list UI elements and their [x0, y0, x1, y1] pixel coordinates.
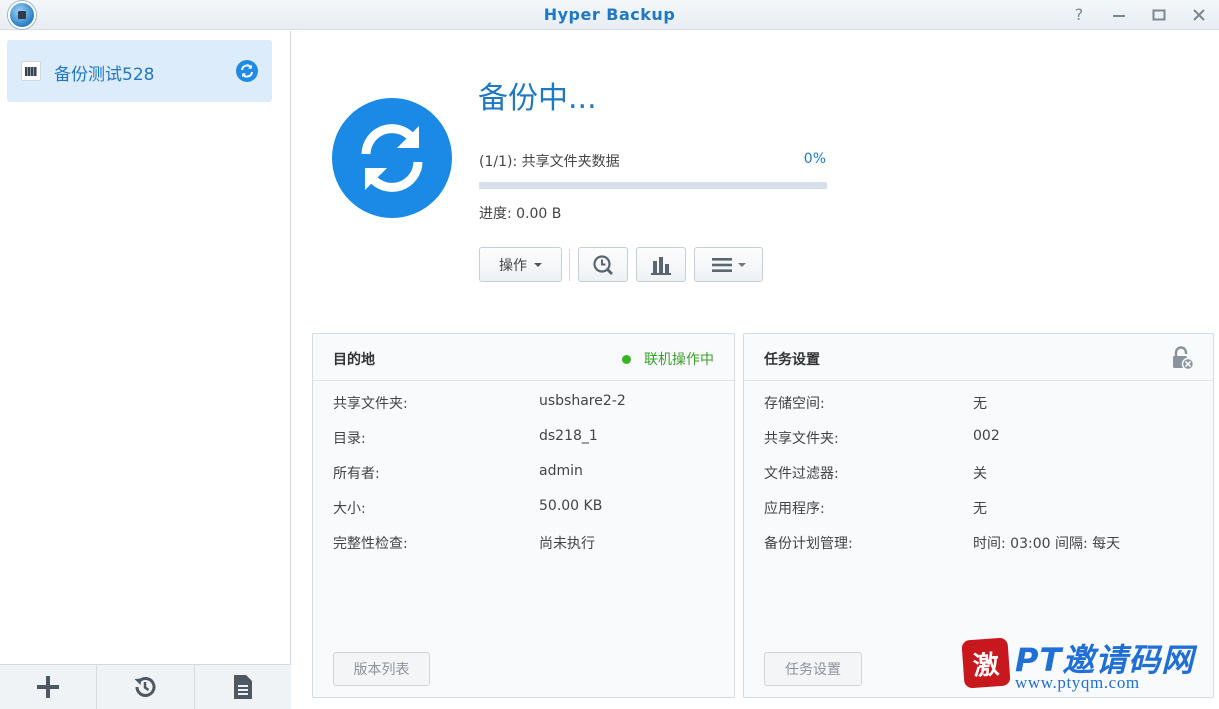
info-row-key: 备份计划管理: [764, 536, 853, 552]
info-row-value: 时间: 03:00 间隔: 每天 [973, 536, 1121, 552]
task-settings-panel-title: 任务设置 [764, 352, 820, 368]
info-row-key: 存储空间: [764, 396, 825, 412]
version-history-button[interactable] [578, 247, 628, 282]
info-row-value: 无 [973, 501, 987, 517]
info-row-key: 大小: [333, 501, 366, 517]
info-row-value: usbshare2-2 [539, 393, 626, 409]
title-bar: Hyper Backup ? [0, 0, 1219, 30]
window-title: Hyper Backup [543, 5, 676, 24]
sidebar: 备份测试528 [0, 31, 291, 709]
log-button[interactable] [195, 665, 291, 709]
main-content: 备份中... (1/1): 共享文件夹数据 0% 进度: 0.00 B 操作 目… [292, 31, 1219, 709]
info-row-value: 无 [973, 396, 987, 412]
info-row-key: 所有者: [333, 466, 380, 482]
info-row-value: 关 [973, 466, 987, 482]
info-row-value: ds218_1 [539, 428, 598, 444]
info-row-key: 应用程序: [764, 501, 825, 517]
sidebar-item-backup-task[interactable]: 备份测试528 [7, 40, 272, 102]
sync-icon [236, 60, 258, 82]
sidebar-footer [0, 664, 291, 709]
online-status-dot-icon [622, 354, 631, 364]
minimize-icon [1113, 15, 1125, 17]
statistics-button[interactable] [636, 247, 686, 282]
action-dropdown-button[interactable]: 操作 [479, 247, 562, 282]
caret-down-icon [534, 262, 542, 267]
toolbar-divider [569, 249, 570, 281]
minimize-button[interactable] [1108, 4, 1130, 26]
task-settings-button[interactable]: 任务设置 [764, 652, 862, 686]
watermark-seal: 激 [961, 637, 1011, 689]
clock-search-icon [593, 254, 613, 275]
plus-icon [37, 676, 60, 698]
close-button[interactable] [1188, 4, 1210, 26]
restore-history-icon [134, 677, 156, 697]
info-row-key: 目录: [333, 431, 366, 447]
encryption-lock-icon [1169, 345, 1195, 375]
progress-amount: 进度: 0.00 B [479, 206, 562, 222]
info-row-key: 共享文件夹: [764, 431, 839, 447]
connection-status: 联机操作中 [622, 349, 714, 369]
info-row-value: 尚未执行 [539, 536, 595, 552]
action-button-label: 操作 [499, 257, 527, 274]
info-row-key: 完整性检查: [333, 536, 408, 552]
version-list-button[interactable]: 版本列表 [333, 652, 430, 686]
caret-down-icon [738, 262, 746, 267]
progress-label: (1/1): 共享文件夹数据 [479, 154, 620, 170]
task-settings-panel-header: 任务设置 [744, 334, 1213, 381]
bar-chart-icon [651, 256, 671, 275]
info-row-value: admin [539, 463, 583, 479]
destination-panel: 目的地 联机操作中 共享文件夹: usbshare2-2 目录: ds218_1… [312, 333, 735, 698]
create-task-button[interactable] [0, 665, 98, 709]
restore-button[interactable] [97, 665, 195, 709]
list-menu-icon [712, 257, 732, 272]
maximize-button[interactable] [1148, 4, 1170, 26]
more-options-button[interactable] [694, 247, 763, 282]
maximize-icon [1152, 9, 1166, 21]
site-watermark: 激 PT邀请码网 www.ptyqm.com [961, 637, 1215, 693]
backup-in-progress-icon [332, 98, 452, 218]
info-row-value: 50.00 KB [539, 498, 603, 514]
progress-percent: 0% [803, 151, 826, 167]
log-document-icon [233, 675, 252, 699]
watermark-url: www.ptyqm.com [1015, 673, 1140, 692]
destination-panel-header: 目的地 联机操作中 [313, 334, 734, 381]
info-row-key: 共享文件夹: [333, 396, 408, 412]
destination-panel-title: 目的地 [333, 352, 375, 368]
info-row-key: 文件过滤器: [764, 466, 839, 482]
progress-bar [479, 182, 827, 189]
nas-device-icon [21, 61, 41, 81]
info-row-value: 002 [973, 428, 1000, 444]
connection-status-text: 联机操作中 [644, 352, 714, 368]
help-button[interactable]: ? [1068, 4, 1090, 26]
close-icon [1193, 9, 1205, 21]
sidebar-item-label: 备份测试528 [54, 65, 155, 85]
status-title: 备份中... [478, 81, 597, 116]
